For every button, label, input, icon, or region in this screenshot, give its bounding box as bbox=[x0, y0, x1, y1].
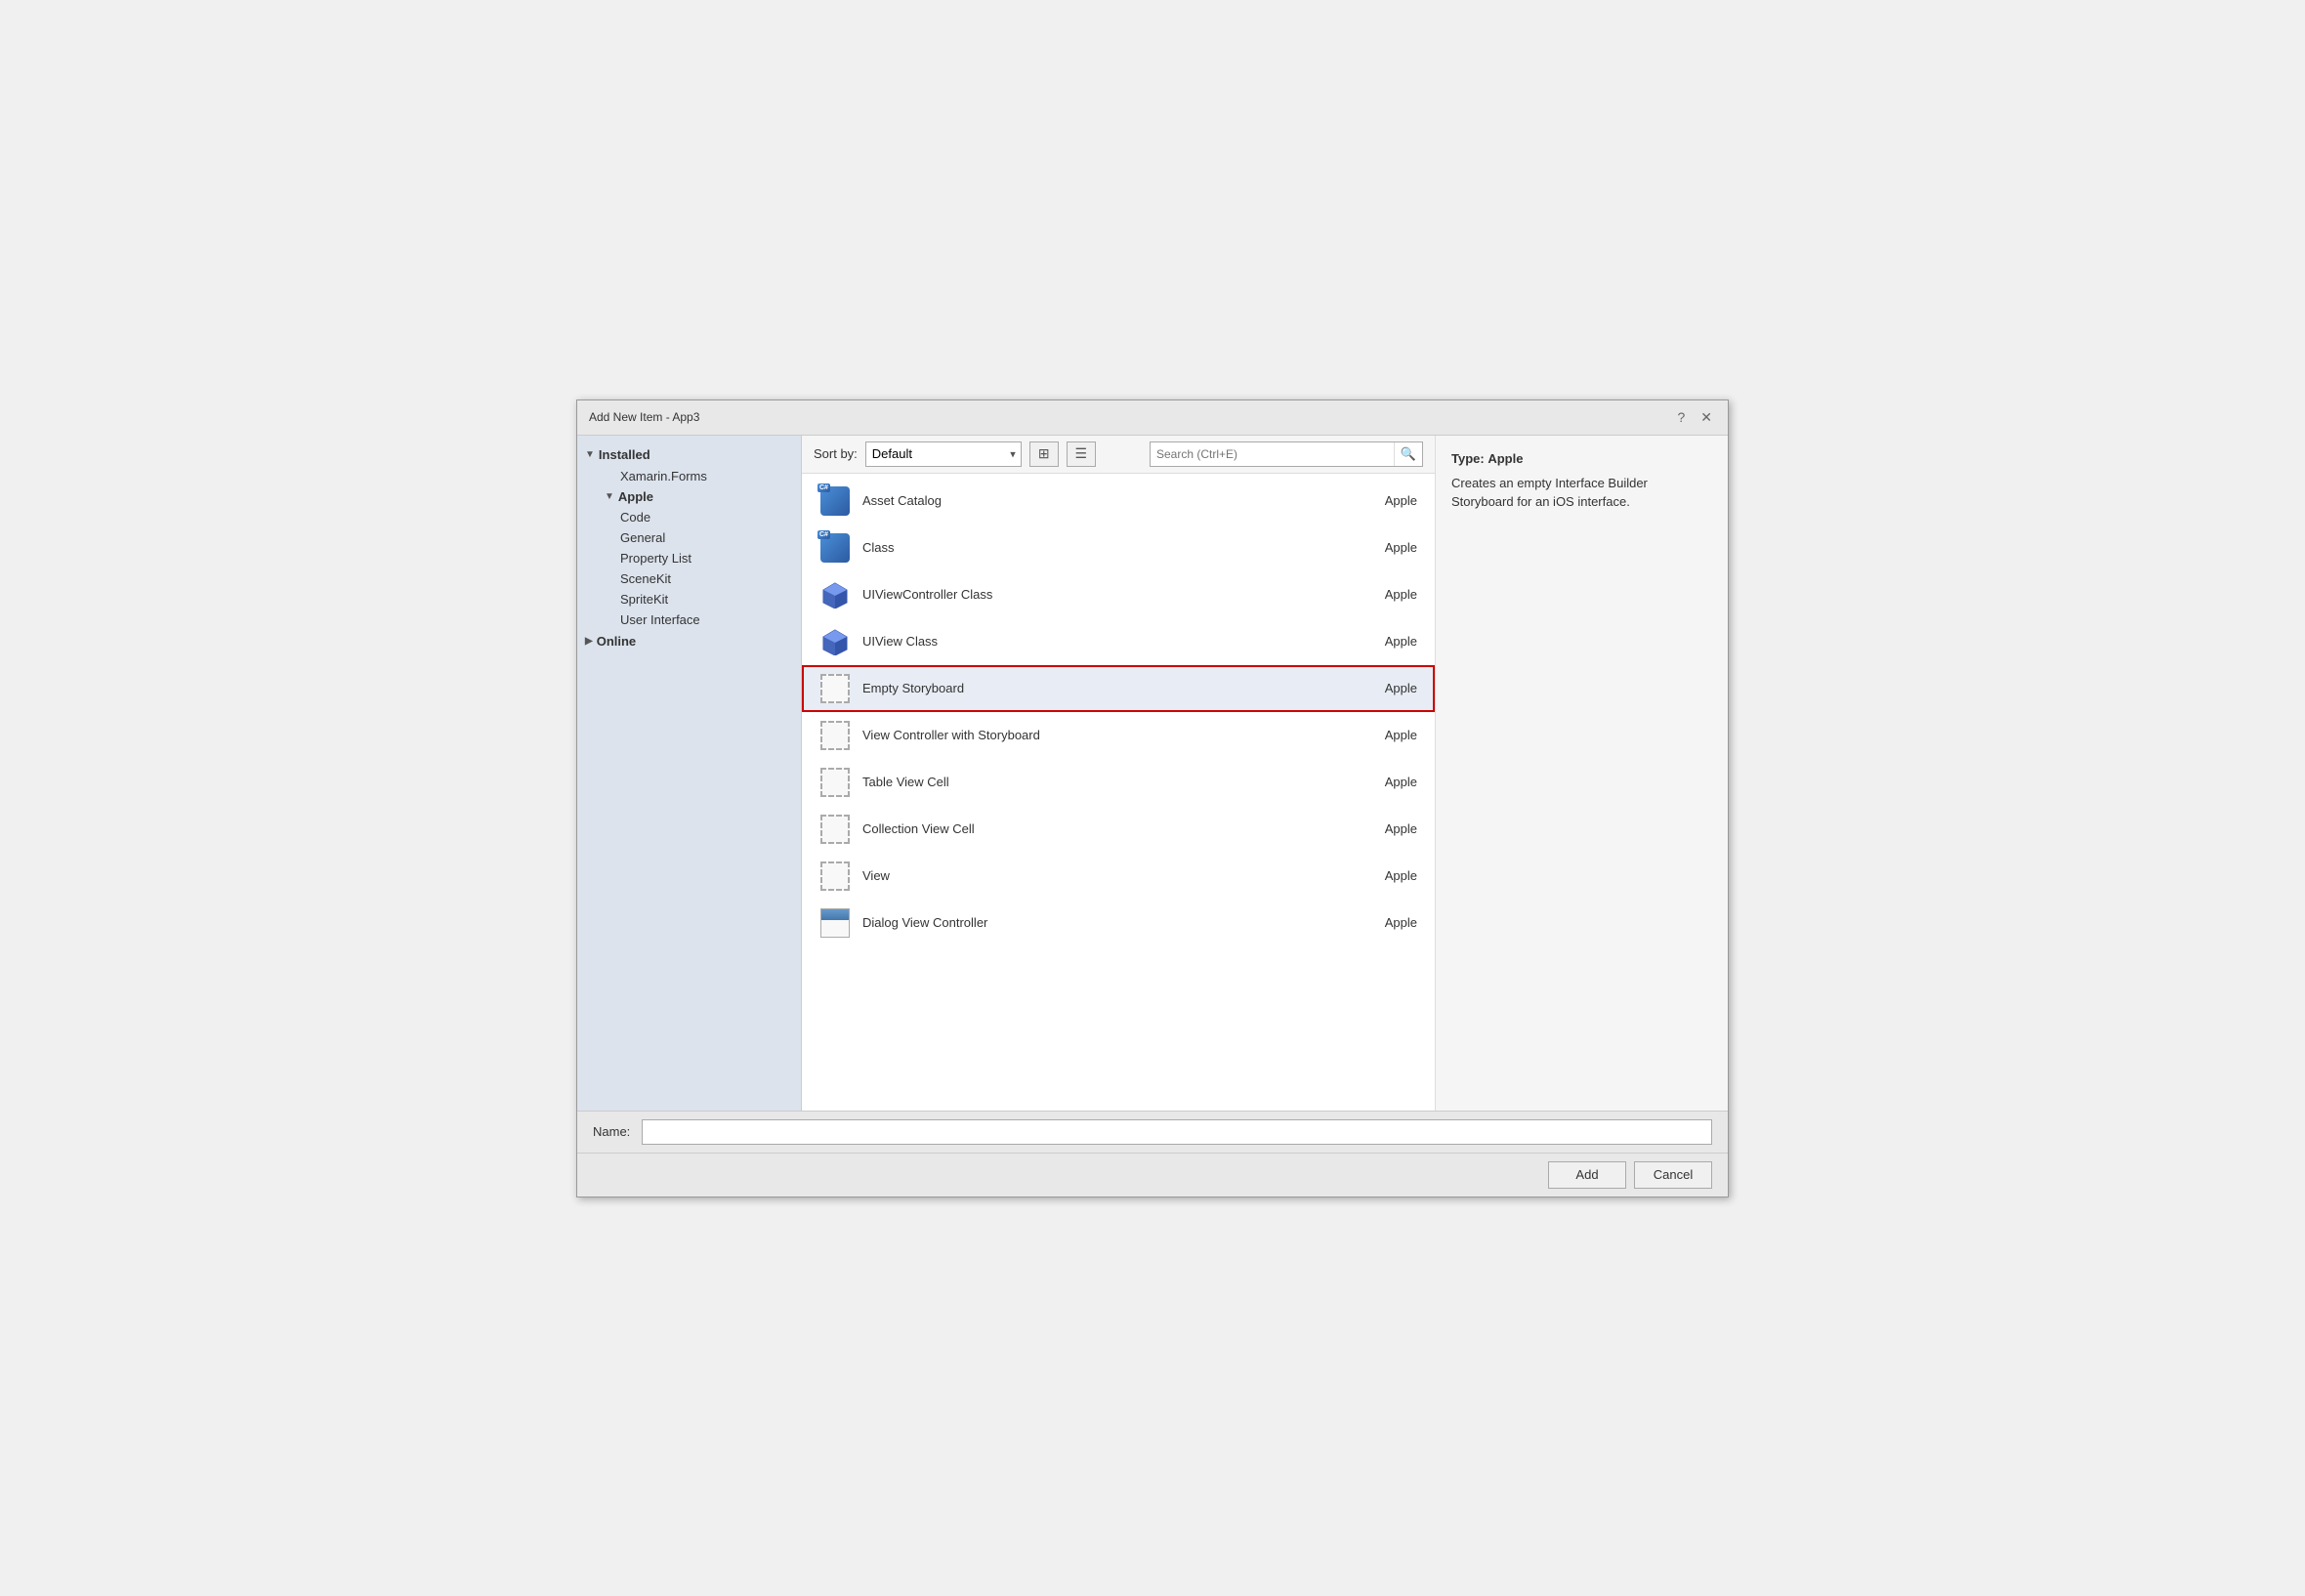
item-icon-uiviewcontroller bbox=[819, 579, 851, 610]
sidebar-item-code[interactable]: Code bbox=[577, 507, 801, 527]
item-name: Dialog View Controller bbox=[862, 915, 1327, 930]
item-icon-collection-view-cell bbox=[819, 814, 851, 845]
item-type: Apple bbox=[1339, 493, 1417, 508]
item-name: Collection View Cell bbox=[862, 821, 1327, 836]
info-type: Type: Apple bbox=[1451, 451, 1712, 466]
title-bar-controls: ? ✕ bbox=[1673, 409, 1716, 426]
sort-select-wrapper: Default Name Type bbox=[865, 441, 1022, 467]
list-item[interactable]: Table View Cell Apple bbox=[802, 759, 1435, 806]
dialog-title: Add New Item - App3 bbox=[589, 410, 699, 424]
item-icon-dialog-view-controller bbox=[819, 907, 851, 939]
item-icon-table-view-cell bbox=[819, 767, 851, 798]
sidebar-item-user-interface[interactable]: User Interface bbox=[577, 609, 801, 630]
item-name: Table View Cell bbox=[862, 775, 1327, 789]
item-type: Apple bbox=[1339, 681, 1417, 695]
list-item[interactable]: UIViewController Class Apple bbox=[802, 571, 1435, 618]
item-icon-uiview bbox=[819, 626, 851, 657]
search-icon: 🔍 bbox=[1401, 446, 1416, 462]
item-icon-view bbox=[819, 861, 851, 892]
item-icon-class: C# bbox=[819, 532, 851, 564]
online-label: Online bbox=[597, 634, 636, 649]
bottom-bar: Name: bbox=[577, 1111, 1728, 1153]
sidebar-item-general[interactable]: General bbox=[577, 527, 801, 548]
type-label: Type: bbox=[1451, 451, 1485, 466]
info-description: Creates an empty Interface Builder Story… bbox=[1451, 474, 1712, 512]
name-label: Name: bbox=[593, 1124, 630, 1139]
list-icon: ☰ bbox=[1075, 445, 1088, 462]
cancel-button[interactable]: Cancel bbox=[1634, 1161, 1712, 1189]
type-value: Apple bbox=[1488, 451, 1523, 466]
sort-select[interactable]: Default Name Type bbox=[865, 441, 1022, 467]
dialog-body: ▼ Installed Xamarin.Forms ▼ Apple Code G… bbox=[577, 436, 1728, 1111]
title-bar: Add New Item - App3 ? ✕ bbox=[577, 400, 1728, 436]
help-button[interactable]: ? bbox=[1673, 409, 1689, 425]
apple-label: Apple bbox=[618, 489, 653, 504]
installed-label: Installed bbox=[599, 447, 650, 462]
item-type: Apple bbox=[1339, 915, 1417, 930]
add-button[interactable]: Add bbox=[1548, 1161, 1626, 1189]
item-name: Class bbox=[862, 540, 1327, 555]
item-icon-catalog: C# bbox=[819, 485, 851, 517]
sidebar-item-xamarin[interactable]: Xamarin.Forms bbox=[577, 466, 801, 486]
list-item[interactable]: View Controller with Storyboard Apple bbox=[802, 712, 1435, 759]
info-panel: Type: Apple Creates an empty Interface B… bbox=[1435, 436, 1728, 1111]
apple-chevron: ▼ bbox=[605, 491, 614, 502]
list-item[interactable]: View Apple bbox=[802, 853, 1435, 900]
item-type: Apple bbox=[1339, 775, 1417, 789]
name-input[interactable] bbox=[642, 1119, 1712, 1145]
close-button[interactable]: ✕ bbox=[1697, 409, 1716, 426]
installed-chevron: ▼ bbox=[585, 449, 595, 460]
item-icon-storyboard bbox=[819, 673, 851, 704]
item-name: Asset Catalog bbox=[862, 493, 1327, 508]
sort-label: Sort by: bbox=[814, 446, 858, 461]
grid-view-button[interactable]: ⊞ bbox=[1029, 441, 1059, 467]
item-type: Apple bbox=[1339, 728, 1417, 742]
item-type: Apple bbox=[1339, 634, 1417, 649]
content-area: Sort by: Default Name Type ⊞ ☰ bbox=[802, 436, 1435, 1111]
list-item[interactable]: UIView Class Apple bbox=[802, 618, 1435, 665]
toolbar: Sort by: Default Name Type ⊞ ☰ bbox=[802, 436, 1435, 474]
online-chevron: ▶ bbox=[585, 636, 593, 647]
items-list: C# Asset Catalog Apple C# Class bbox=[802, 474, 1435, 1111]
search-box: 🔍 bbox=[1150, 441, 1423, 467]
installed-section[interactable]: ▼ Installed bbox=[577, 443, 801, 466]
list-item[interactable]: C# Class Apple bbox=[802, 525, 1435, 571]
item-icon-view-controller-storyboard bbox=[819, 720, 851, 751]
online-section[interactable]: ▶ Online bbox=[577, 630, 801, 652]
add-new-item-dialog: Add New Item - App3 ? ✕ ▼ Installed Xama… bbox=[576, 399, 1729, 1197]
item-type: Apple bbox=[1339, 587, 1417, 602]
list-item[interactable]: Dialog View Controller Apple bbox=[802, 900, 1435, 946]
sidebar-item-scenekit[interactable]: SceneKit bbox=[577, 568, 801, 589]
search-input[interactable] bbox=[1151, 447, 1394, 461]
item-type: Apple bbox=[1339, 540, 1417, 555]
sidebar-item-spritekit[interactable]: SpriteKit bbox=[577, 589, 801, 609]
item-name: View Controller with Storyboard bbox=[862, 728, 1327, 742]
sidebar-item-property-list[interactable]: Property List bbox=[577, 548, 801, 568]
list-item[interactable]: C# Asset Catalog Apple bbox=[802, 478, 1435, 525]
item-name: UIViewController Class bbox=[862, 587, 1327, 602]
list-item-empty-storyboard[interactable]: Empty Storyboard Apple bbox=[802, 665, 1435, 712]
item-name: UIView Class bbox=[862, 634, 1327, 649]
item-type: Apple bbox=[1339, 868, 1417, 883]
item-type: Apple bbox=[1339, 821, 1417, 836]
sidebar: ▼ Installed Xamarin.Forms ▼ Apple Code G… bbox=[577, 436, 802, 1111]
item-name: Empty Storyboard bbox=[862, 681, 1327, 695]
bottom-buttons: Add Cancel bbox=[577, 1153, 1728, 1197]
search-button[interactable]: 🔍 bbox=[1394, 442, 1422, 466]
apple-subsection[interactable]: ▼ Apple bbox=[577, 486, 801, 507]
grid-icon: ⊞ bbox=[1038, 445, 1050, 462]
item-name: View bbox=[862, 868, 1327, 883]
list-view-button[interactable]: ☰ bbox=[1067, 441, 1096, 467]
list-item[interactable]: Collection View Cell Apple bbox=[802, 806, 1435, 853]
